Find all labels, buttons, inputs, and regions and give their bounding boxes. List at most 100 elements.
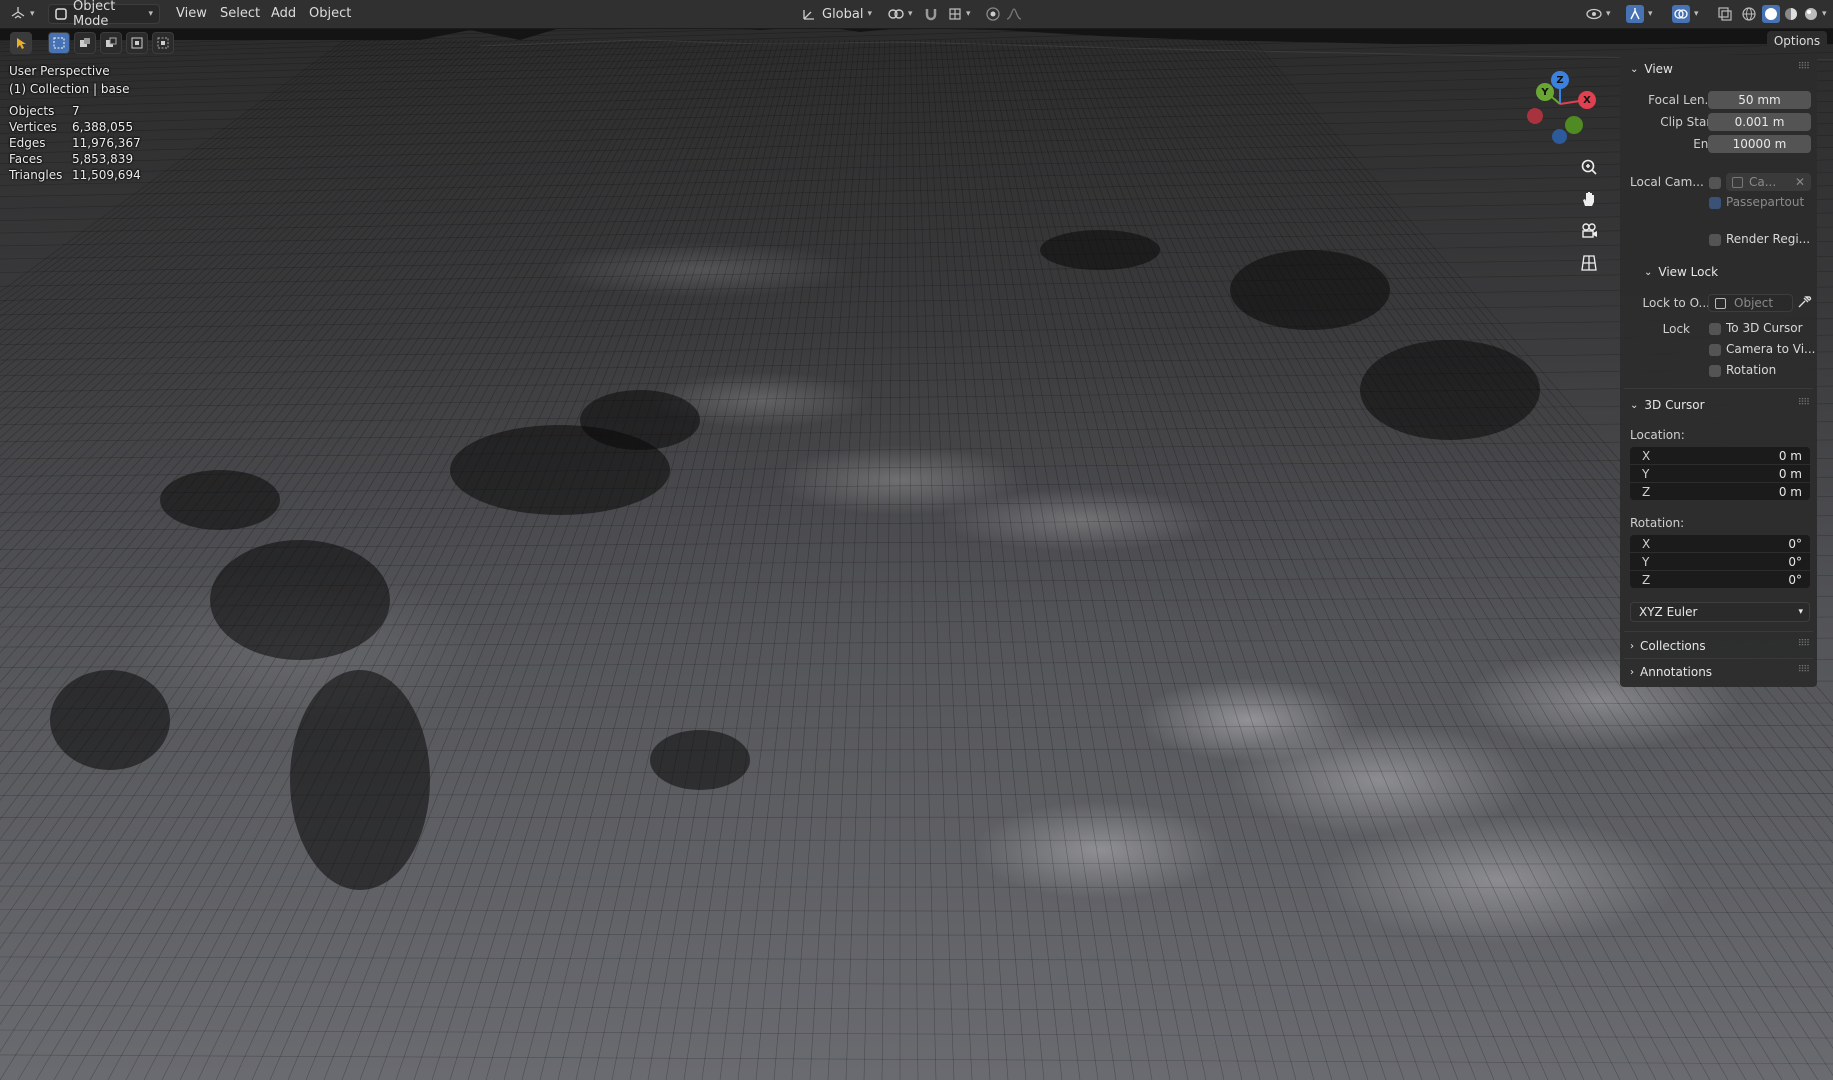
- rotation-mode-dropdown[interactable]: XYZ Euler ▾: [1630, 602, 1810, 622]
- select-mode-subtract[interactable]: [100, 32, 122, 54]
- local-camera-label: Local Cam...: [1630, 175, 1704, 189]
- snap-toggle[interactable]: [918, 4, 944, 24]
- focal-length-label: Focal Len...: [1648, 93, 1716, 107]
- overlays-toggle[interactable]: ▾: [1666, 4, 1705, 24]
- gizmo-toggle[interactable]: ▾: [1620, 4, 1659, 24]
- chevron-right-icon: ›: [1630, 640, 1634, 652]
- local-camera-checkbox[interactable]: [1709, 177, 1721, 189]
- focal-length-field[interactable]: 50 mm: [1708, 91, 1811, 109]
- stat-value: 11,509,694: [72, 168, 141, 182]
- stat-label: Edges: [9, 136, 46, 150]
- menu-add[interactable]: Add: [271, 6, 296, 21]
- location-x-field[interactable]: X 0 m: [1630, 447, 1810, 464]
- stat-value: 7: [72, 104, 80, 118]
- drag-grip-icon[interactable]: ⠿⠿: [1798, 398, 1810, 408]
- orientation-label: Global: [822, 6, 864, 22]
- gizmo-x-axis[interactable]: X: [1578, 91, 1596, 109]
- stat-label: Vertices: [9, 120, 57, 134]
- lock-rotation-checkbox[interactable]: [1709, 365, 1721, 377]
- local-camera-field[interactable]: Ca... ✕: [1726, 173, 1811, 191]
- collections-panel-header[interactable]: › Collections: [1630, 639, 1706, 653]
- gizmo-neg-y[interactable]: [1565, 116, 1583, 134]
- gizmo-neg-z[interactable]: [1552, 129, 1567, 144]
- eyedropper-icon[interactable]: [1796, 294, 1812, 313]
- lock-to-object-field[interactable]: Object: [1708, 294, 1793, 312]
- select-mode-invert[interactable]: [126, 32, 148, 54]
- menu-view[interactable]: View: [176, 6, 207, 21]
- lock-to-cursor-label: To 3D Cursor: [1726, 321, 1803, 335]
- orientation-icon: [802, 7, 816, 21]
- sidebar-panel: ⌄ View ⠿⠿ Focal Len... 50 mm Clip Start …: [1620, 55, 1817, 687]
- rotation-y-field[interactable]: Y 0°: [1630, 553, 1810, 570]
- render-region-checkbox[interactable]: [1709, 234, 1721, 246]
- axis-label: Z: [1642, 485, 1651, 499]
- snap-target-dropdown[interactable]: ▾: [942, 4, 977, 24]
- rotation-z-field[interactable]: Z 0°: [1630, 571, 1810, 588]
- camera-object-icon: [1732, 176, 1743, 188]
- 3d-viewport[interactable]: [0, 0, 1833, 1080]
- lock-to-cursor-checkbox[interactable]: [1709, 323, 1721, 335]
- options-button[interactable]: Options: [1767, 31, 1827, 51]
- mode-selector[interactable]: Object Mode ▾: [48, 0, 160, 29]
- view-panel-header[interactable]: ⌄ View: [1630, 62, 1673, 76]
- rotation-mode-value: XYZ Euler: [1639, 605, 1698, 619]
- divider: [1624, 658, 1813, 659]
- editor-type-button[interactable]: ▾: [4, 4, 41, 24]
- select-mode-intersect[interactable]: [152, 32, 174, 54]
- chevron-down-icon: ▾: [1648, 9, 1653, 19]
- shading-rendered[interactable]: ▾: [1798, 4, 1833, 24]
- xray-toggle[interactable]: [1712, 4, 1738, 24]
- divider: [1624, 388, 1813, 389]
- axis-value: 0°: [1788, 536, 1802, 551]
- axis-value: 0°: [1788, 554, 1802, 569]
- axis-label: X: [1642, 537, 1651, 551]
- location-y-field[interactable]: Y 0 m: [1630, 465, 1810, 482]
- falloff-dropdown[interactable]: [1000, 4, 1028, 24]
- gizmo-z-axis[interactable]: Z: [1551, 71, 1569, 89]
- axis-value: 0 m: [1778, 448, 1802, 463]
- drag-grip-icon[interactable]: ⠿⠿: [1798, 62, 1810, 72]
- passepartout-checkbox[interactable]: [1709, 197, 1721, 209]
- proportional-icon: [986, 7, 1000, 21]
- gizmo-y-axis[interactable]: Y: [1536, 83, 1554, 101]
- select-tool-button[interactable]: [10, 32, 32, 54]
- transform-orientation-dropdown[interactable]: Global ▾: [796, 4, 878, 24]
- ortho-toggle-button[interactable]: [1576, 250, 1602, 276]
- collections-title: Collections: [1640, 639, 1706, 653]
- cursor-arrow-icon: [15, 37, 27, 49]
- lock-to-object-placeholder: Object: [1734, 296, 1774, 310]
- rotation-x-field[interactable]: X 0°: [1630, 535, 1810, 552]
- camera-view-button[interactable]: [1576, 218, 1602, 244]
- camera-to-view-checkbox[interactable]: [1709, 344, 1721, 356]
- location-z-field[interactable]: Z 0 m: [1630, 483, 1810, 500]
- stat-label: Triangles: [9, 168, 63, 182]
- pivot-point-dropdown[interactable]: ▾: [882, 4, 919, 24]
- cursor-panel-header[interactable]: ⌄ 3D Cursor: [1630, 398, 1705, 412]
- axis-value: 0°: [1788, 572, 1802, 587]
- chevron-down-icon: ▾: [1798, 607, 1803, 617]
- drag-grip-icon[interactable]: ⠿⠿: [1798, 665, 1810, 675]
- drag-grip-icon[interactable]: ⠿⠿: [1798, 639, 1810, 649]
- select-mode-new[interactable]: [48, 32, 70, 54]
- navigation-gizmo[interactable]: Z X Y: [1520, 66, 1610, 156]
- annotations-panel-header[interactable]: › Annotations: [1630, 665, 1712, 679]
- clear-x-icon[interactable]: ✕: [1795, 175, 1805, 189]
- divider: [1624, 631, 1813, 632]
- pan-button[interactable]: [1576, 186, 1602, 212]
- chevron-down-icon: ▾: [966, 9, 971, 19]
- viewport-header: ▾ Object Mode ▾ View Select Add Object G…: [0, 0, 1833, 29]
- clip-end-field[interactable]: 10000 m: [1708, 135, 1811, 153]
- select-mode-extend[interactable]: [74, 32, 96, 54]
- zoom-button[interactable]: [1576, 154, 1602, 180]
- view-lock-header[interactable]: ⌄ View Lock: [1644, 265, 1718, 279]
- view-lock-title: View Lock: [1658, 265, 1719, 279]
- material-sphere-icon: [1784, 7, 1798, 21]
- rotation-label: Rotation:: [1630, 516, 1685, 530]
- menu-select[interactable]: Select: [220, 6, 260, 21]
- menu-object[interactable]: Object: [309, 6, 351, 21]
- axis-value: 0 m: [1778, 484, 1802, 499]
- clip-start-field[interactable]: 0.001 m: [1708, 113, 1811, 131]
- visibility-dropdown[interactable]: ▾: [1580, 4, 1617, 24]
- chevron-down-icon: ⌄: [1630, 63, 1639, 75]
- gizmo-neg-x[interactable]: [1527, 108, 1543, 124]
